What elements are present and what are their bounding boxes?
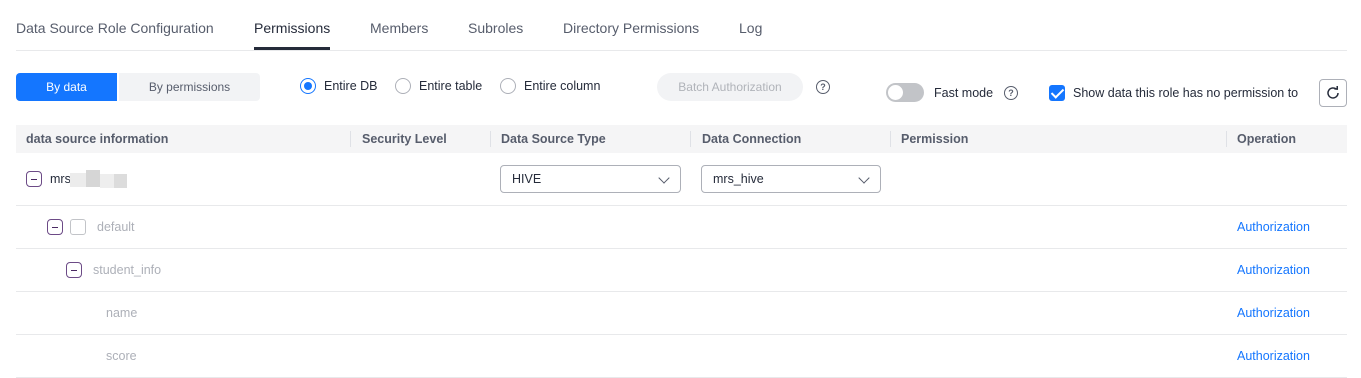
row-name: student_info: [93, 263, 162, 277]
collapse-icon[interactable]: [26, 171, 42, 187]
column-divider: [1226, 131, 1227, 147]
table-row: name Authorization: [16, 292, 1347, 335]
table-header: data source information Security Level D…: [16, 125, 1347, 153]
row-checkbox[interactable]: [70, 219, 86, 235]
tab-data-source-role-configuration[interactable]: Data Source Role Configuration: [16, 20, 214, 36]
row-name: score: [106, 349, 137, 363]
help-icon[interactable]: ?: [1004, 86, 1018, 100]
authorization-link[interactable]: Authorization: [1237, 220, 1310, 234]
fast-mode-label: Fast mode: [934, 86, 994, 100]
select-value: mrs_hive: [713, 172, 764, 186]
row-name: name: [106, 306, 138, 320]
refresh-button[interactable]: [1319, 79, 1347, 107]
column-header: Security Level: [362, 132, 447, 146]
by-permissions-button[interactable]: By permissions: [119, 73, 260, 101]
table-row: student_info Authorization: [16, 249, 1347, 292]
column-header: Data Connection: [702, 132, 802, 146]
column-divider: [890, 131, 891, 147]
authorization-link[interactable]: Authorization: [1237, 349, 1310, 363]
column-divider: [350, 131, 351, 147]
authorization-link[interactable]: Authorization: [1237, 306, 1310, 320]
radio-checked-icon: [300, 78, 316, 94]
data-source-type-select[interactable]: HIVE: [500, 165, 681, 193]
column-divider: [690, 131, 691, 147]
tab-members[interactable]: Members: [370, 20, 428, 36]
table-row: score Authorization: [16, 335, 1347, 378]
tab-permissions[interactable]: Permissions: [254, 20, 330, 36]
help-icon[interactable]: ?: [816, 80, 830, 94]
radio-unchecked-icon: [500, 78, 516, 94]
refresh-icon: [1327, 85, 1339, 99]
tab-directory-permissions[interactable]: Directory Permissions: [563, 20, 699, 36]
redacted-block: [100, 174, 114, 188]
table-row: mrs HIVE mrs_hive: [16, 153, 1347, 206]
radio-entire-db[interactable]: Entire DB: [300, 78, 378, 94]
radio-label: Entire table: [419, 79, 483, 93]
redacted-block: [70, 173, 86, 187]
radio-entire-column[interactable]: Entire column: [500, 78, 600, 94]
tab-subroles[interactable]: Subroles: [468, 20, 523, 36]
authorization-link[interactable]: Authorization: [1237, 263, 1310, 277]
tab-log[interactable]: Log: [739, 20, 762, 36]
show-no-permission-label: Show data this role has no permission to: [1073, 86, 1299, 100]
redacted-block: [114, 174, 127, 188]
collapse-icon[interactable]: [47, 219, 63, 235]
radio-label: Entire column: [524, 79, 601, 93]
batch-authorization-button[interactable]: Batch Authorization: [657, 73, 803, 101]
show-no-permission-checkbox[interactable]: [1049, 85, 1065, 101]
row-name: mrs: [50, 172, 71, 186]
toggle-knob: [888, 85, 903, 100]
column-header: Permission: [901, 132, 969, 146]
by-data-button[interactable]: By data: [16, 73, 117, 101]
data-connection-select[interactable]: mrs_hive: [701, 165, 881, 193]
column-header: Operation: [1237, 132, 1297, 146]
fast-mode-toggle[interactable]: [886, 83, 924, 102]
active-tab-indicator: [254, 47, 330, 50]
radio-unchecked-icon: [395, 78, 411, 94]
column-divider: [490, 131, 491, 147]
chevron-down-icon: [658, 172, 670, 184]
chevron-down-icon: [858, 172, 870, 184]
radio-entire-table[interactable]: Entire table: [395, 78, 482, 94]
row-name: default: [97, 220, 135, 234]
column-header: Data Source Type: [501, 132, 606, 146]
redacted-block: [86, 170, 100, 187]
table-row: default Authorization: [16, 206, 1347, 249]
radio-label: Entire DB: [324, 79, 378, 93]
column-header: data source information: [26, 132, 169, 146]
collapse-icon[interactable]: [66, 262, 82, 278]
select-value: HIVE: [512, 172, 542, 186]
